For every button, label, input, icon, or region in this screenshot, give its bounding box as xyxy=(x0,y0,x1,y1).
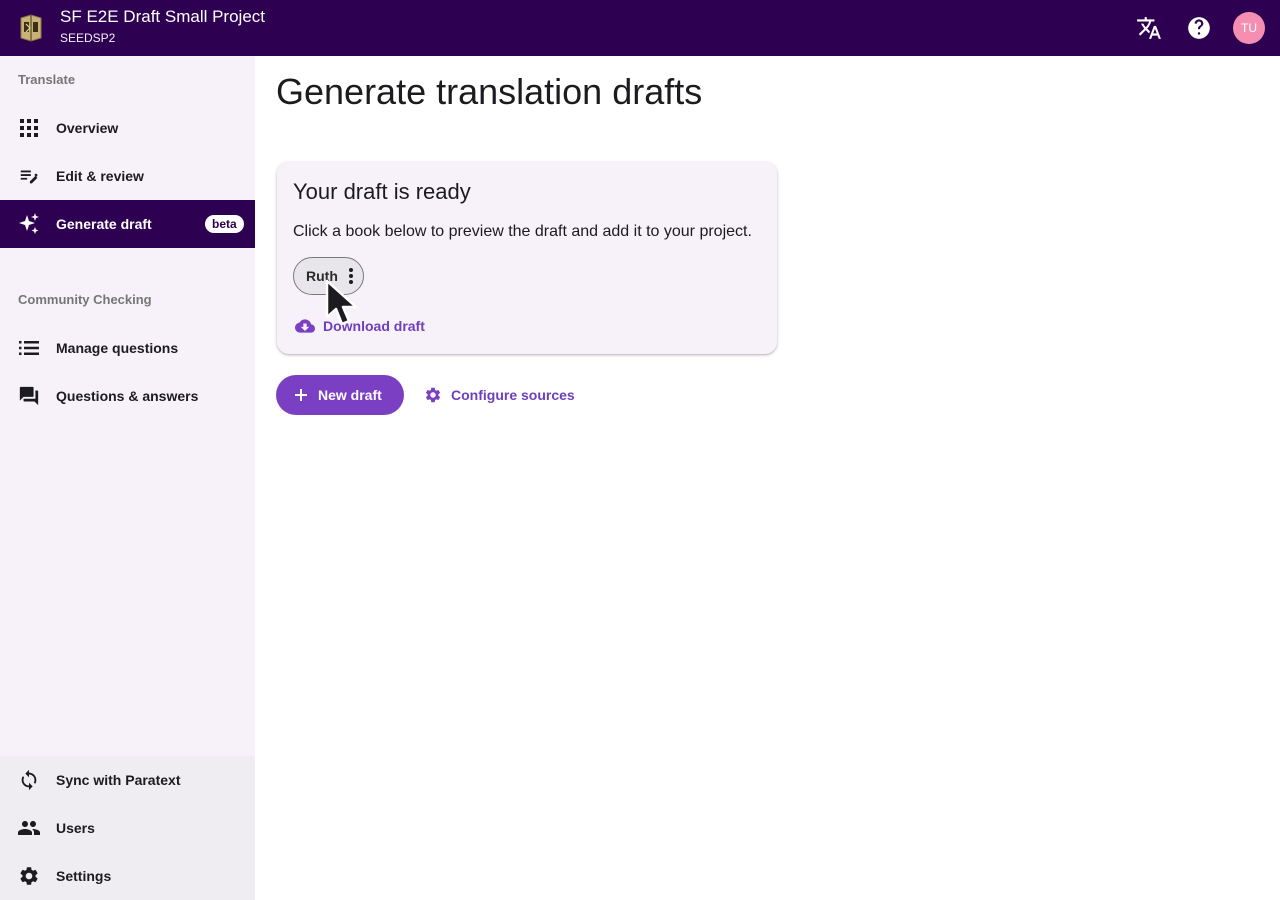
sidebar-item-label: Manage questions xyxy=(56,340,179,356)
people-icon xyxy=(17,816,41,840)
sidebar-bottom-section: Sync with Paratext Users Settings xyxy=(0,756,255,900)
sidebar-item-label: Users xyxy=(56,820,95,836)
project-title: SF E2E Draft Small Project xyxy=(60,7,266,26)
sidebar-item-generate-draft[interactable]: Generate draft beta xyxy=(0,200,255,248)
page-title: Generate translation drafts xyxy=(276,71,703,112)
sidebar-item-label: Questions & answers xyxy=(56,388,199,404)
section-label-translate: Translate xyxy=(18,72,76,87)
sidebar-item-label: Edit & review xyxy=(56,168,144,184)
book-chip-ruth[interactable]: Ruth xyxy=(293,257,364,295)
plus-icon xyxy=(294,388,308,402)
card-description: Click a book below to preview the draft … xyxy=(293,223,752,240)
grid-icon xyxy=(17,116,41,140)
sync-icon xyxy=(17,768,41,792)
new-draft-button[interactable]: New draft xyxy=(276,375,404,415)
new-draft-label: New draft xyxy=(318,387,382,403)
sidebar-item-label: Overview xyxy=(56,120,119,136)
project-code: SEEDSP2 xyxy=(60,31,116,45)
sidebar-nav: Translate Overview Edit & review Generat… xyxy=(0,56,255,900)
download-draft-label: Download draft xyxy=(323,318,425,334)
more-vert-icon[interactable] xyxy=(345,266,357,286)
sidebar-item-manage-questions[interactable]: Manage questions xyxy=(0,324,255,372)
beta-badge: beta xyxy=(205,215,244,233)
forum-icon xyxy=(17,384,41,408)
sidebar-item-settings[interactable]: Settings xyxy=(0,852,255,900)
sidebar-item-sync[interactable]: Sync with Paratext xyxy=(0,756,255,804)
sidebar-item-label: Settings xyxy=(56,868,112,884)
edit-note-icon xyxy=(17,164,41,188)
sidebar-item-edit-review[interactable]: Edit & review xyxy=(0,152,255,200)
user-avatar[interactable]: TU xyxy=(1233,12,1265,44)
book-chip-label: Ruth xyxy=(306,268,338,284)
sidebar-item-users[interactable]: Users xyxy=(0,804,255,852)
sidebar-item-overview[interactable]: Overview xyxy=(0,104,255,152)
help-icon[interactable] xyxy=(1185,14,1213,42)
sidebar-item-questions-answers[interactable]: Questions & answers xyxy=(0,372,255,420)
sparkle-icon xyxy=(17,212,41,236)
section-label-community-checking: Community Checking xyxy=(18,292,152,307)
list-icon xyxy=(17,336,41,360)
gear-icon xyxy=(17,864,41,888)
sidebar-item-label: Generate draft xyxy=(56,216,152,232)
cloud-download-icon xyxy=(295,316,315,336)
sidebar-item-label: Sync with Paratext xyxy=(56,772,181,788)
configure-sources-button[interactable]: Configure sources xyxy=(424,383,575,407)
top-app-bar: SF E2E Draft Small Project SEEDSP2 TU xyxy=(0,0,1280,56)
translate-language-icon[interactable] xyxy=(1135,14,1163,42)
app-logo-icon[interactable] xyxy=(18,14,44,42)
download-draft-button[interactable]: Download draft xyxy=(295,314,425,338)
gear-icon xyxy=(424,386,442,404)
card-title: Your draft is ready xyxy=(293,179,471,204)
configure-sources-label: Configure sources xyxy=(451,387,575,403)
draft-ready-card: Your draft is ready Click a book below t… xyxy=(277,162,777,354)
